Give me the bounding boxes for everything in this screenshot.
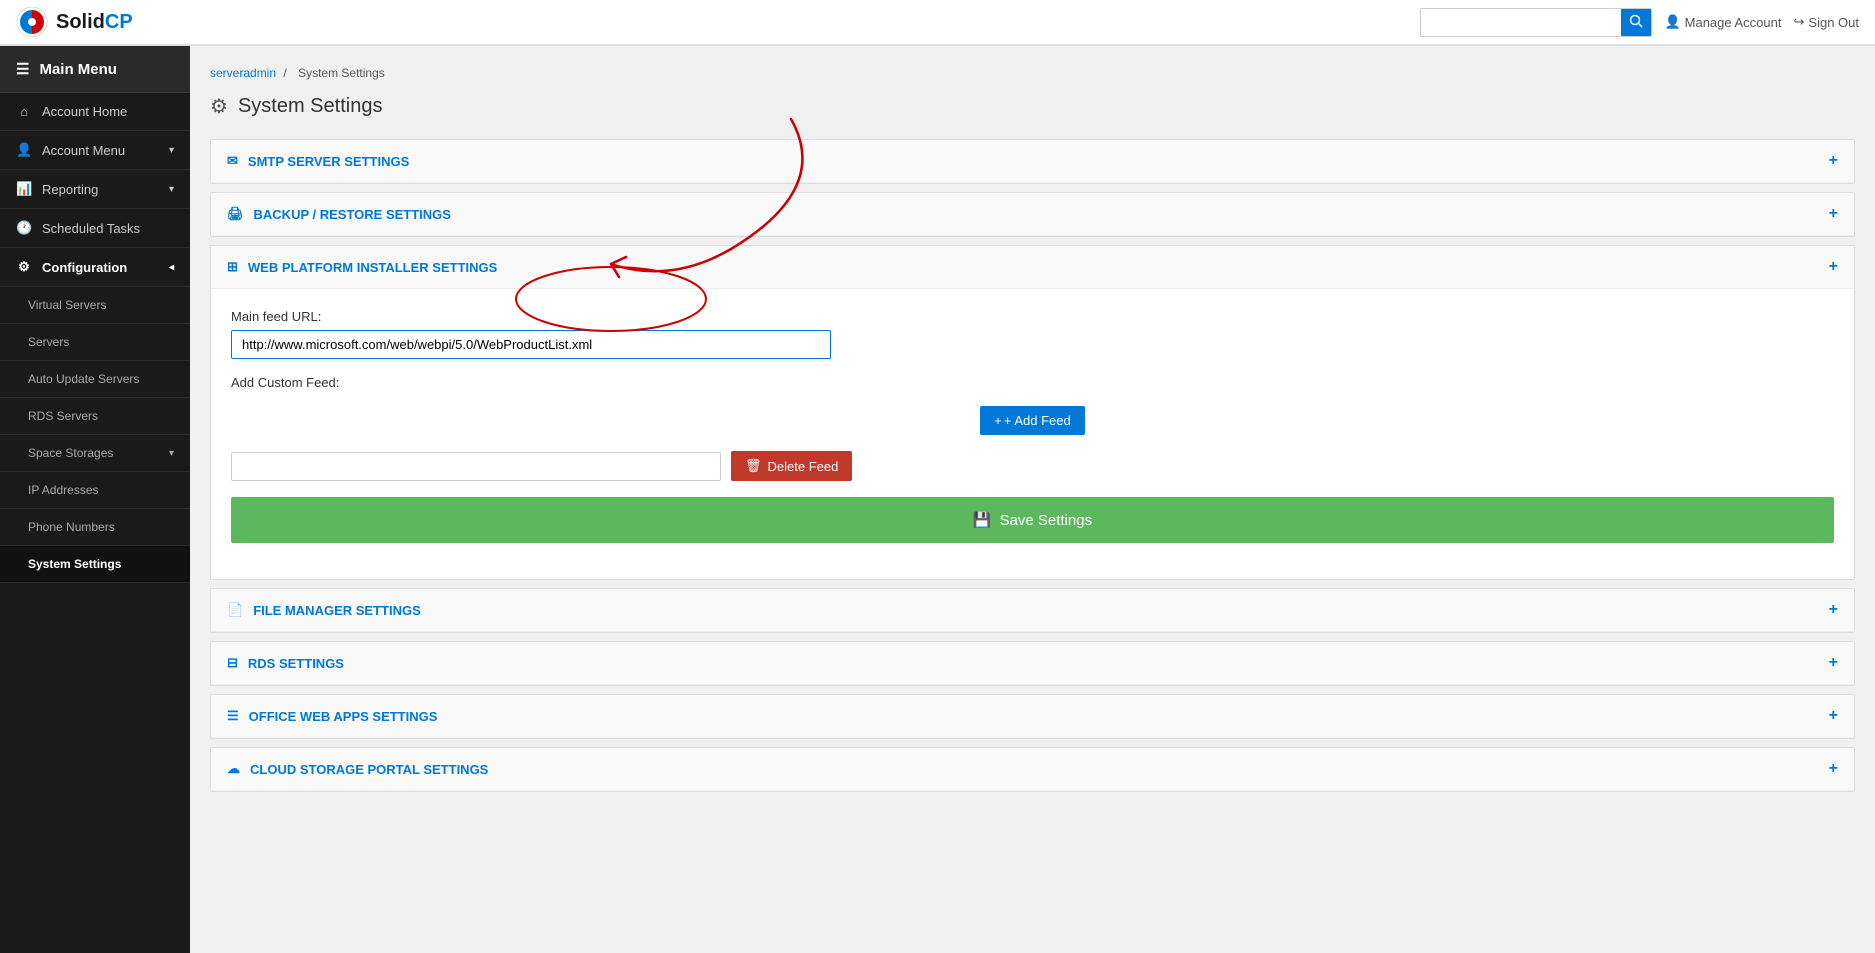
save-settings-button[interactable]: 💾 Save Settings — [231, 497, 1834, 543]
main-feed-input[interactable] — [231, 330, 831, 359]
filemanager-header-left: 📄 FILE MANAGER SETTINGS — [227, 602, 421, 618]
owa-icon: ☰ — [227, 708, 239, 724]
sidebar-item-ip-addresses[interactable]: IP Addresses — [0, 472, 190, 509]
page-title-area: ⚙ System Settings — [210, 94, 1855, 119]
smtp-header[interactable]: ✉ SMTP SERVER SETTINGS + — [211, 140, 1854, 183]
cloud-icon: ☁ — [227, 761, 240, 777]
webpi-panel: ⊞ WEB PLATFORM INSTALLER SETTINGS + — [210, 245, 1855, 580]
home-icon: ⌂ — [16, 104, 32, 119]
rds-header[interactable]: ⊟ RDS SETTINGS + — [211, 642, 1854, 685]
logo-text: SolidCP — [56, 11, 133, 34]
sidebar-item-system-settings[interactable]: System Settings — [0, 546, 190, 583]
manage-account-link[interactable]: 👤 Manage Account — [1664, 14, 1781, 30]
backup-header[interactable]: 🖨 BACKUP / RESTORE SETTINGS + — [211, 193, 1854, 236]
trash-icon: 🗑 — [745, 458, 762, 474]
sidebar-item-account-menu[interactable]: 👤 Account Menu ▾ — [0, 131, 190, 170]
breadcrumb: serveradmin / System Settings — [210, 66, 1855, 80]
filemanager-expand-icon: + — [1829, 601, 1838, 619]
rds-panel: ⊟ RDS SETTINGS + — [210, 641, 1855, 686]
add-custom-feed-group: Add Custom Feed: — [231, 375, 1834, 390]
smtp-header-left: ✉ SMTP SERVER SETTINGS — [227, 153, 409, 169]
sidebar-item-rds-servers[interactable]: RDS Servers — [0, 398, 190, 435]
cloudstorage-header[interactable]: ☁ CLOUD STORAGE PORTAL SETTINGS + — [211, 748, 1854, 791]
layout: ☰ Main Menu ⌂ Account Home 👤 Account Men… — [0, 46, 1875, 953]
logo-icon — [16, 6, 48, 38]
cloudstorage-header-left: ☁ CLOUD STORAGE PORTAL SETTINGS — [227, 761, 488, 777]
sidebar-item-servers[interactable]: Servers — [0, 324, 190, 361]
signout-icon: ↪ — [1794, 14, 1805, 30]
smtp-panel: ✉ SMTP SERVER SETTINGS + — [210, 139, 1855, 184]
rds-expand-icon: + — [1829, 654, 1838, 672]
officewebapps-panel: ☰ OFFICE WEB APPS SETTINGS + — [210, 694, 1855, 739]
delete-feed-button[interactable]: 🗑 Delete Feed — [731, 451, 852, 481]
person-icon: 👤 — [1664, 14, 1680, 30]
file-icon: 📄 — [227, 602, 243, 618]
backup-icon: 🖨 — [227, 206, 244, 222]
clock-icon: 🕐 — [16, 220, 32, 236]
gear-icon: ⚙ — [16, 259, 32, 275]
backup-panel: 🖨 BACKUP / RESTORE SETTINGS + — [210, 192, 1855, 237]
rds-icon: ⊟ — [227, 655, 238, 671]
filemanager-header[interactable]: 📄 FILE MANAGER SETTINGS + — [211, 589, 1854, 632]
officewebapps-expand-icon: + — [1829, 707, 1838, 725]
nav-right: 👤 Manage Account ↪ Sign Out — [1420, 8, 1859, 37]
person-icon: 👤 — [16, 142, 32, 158]
chevron-down-icon: ▾ — [169, 184, 174, 195]
webpi-header-left: ⊞ WEB PLATFORM INSTALLER SETTINGS — [227, 259, 497, 275]
backup-header-left: 🖨 BACKUP / RESTORE SETTINGS — [227, 206, 451, 222]
officewebapps-header-left: ☰ OFFICE WEB APPS SETTINGS — [227, 708, 437, 724]
backup-expand-icon: + — [1829, 205, 1838, 223]
officewebapps-header[interactable]: ☰ OFFICE WEB APPS SETTINGS + — [211, 695, 1854, 738]
sidebar-item-space-storages[interactable]: Space Storages ▾ — [0, 435, 190, 472]
sidebar-item-phone-numbers[interactable]: Phone Numbers — [0, 509, 190, 546]
add-custom-feed-label: Add Custom Feed: — [231, 375, 1834, 390]
search-box[interactable] — [1420, 8, 1652, 37]
menu-icon: ☰ — [16, 60, 29, 78]
search-button[interactable] — [1621, 9, 1651, 36]
webpi-header[interactable]: ⊞ WEB PLATFORM INSTALLER SETTINGS + — [211, 246, 1854, 289]
cloudstorage-expand-icon: + — [1829, 760, 1838, 778]
main-feed-group: Main feed URL: — [231, 309, 1834, 359]
sidebar-item-virtual-servers[interactable]: Virtual Servers — [0, 287, 190, 324]
gear-settings-icon: ⚙ — [210, 94, 228, 119]
webpi-expand-icon: + — [1829, 258, 1838, 276]
search-icon — [1629, 14, 1643, 28]
chart-icon: 📊 — [16, 181, 32, 197]
search-input[interactable] — [1421, 11, 1621, 33]
sidebar-item-account-home[interactable]: ⌂ Account Home — [0, 93, 190, 131]
filemanager-panel: 📄 FILE MANAGER SETTINGS + — [210, 588, 1855, 633]
plus-icon: + — [994, 413, 1002, 428]
sidebar-item-auto-update-servers[interactable]: Auto Update Servers — [0, 361, 190, 398]
main-feed-label: Main feed URL: — [231, 309, 1834, 324]
sidebar-header: ☰ Main Menu — [0, 46, 190, 93]
top-nav: SolidCP 👤 Manage Account ↪ Sign Out — [0, 0, 1875, 46]
add-feed-button[interactable]: + + Add Feed — [980, 406, 1084, 435]
sidebar-item-configuration[interactable]: ⚙ Configuration ◂ — [0, 248, 190, 287]
logo: SolidCP — [16, 6, 133, 38]
sidebar-item-scheduled-tasks[interactable]: 🕐 Scheduled Tasks — [0, 209, 190, 248]
windows-icon: ⊞ — [227, 259, 238, 275]
chevron-left-icon: ◂ — [169, 262, 174, 273]
webpi-body: Main feed URL: Add Custom Feed: + + Add … — [211, 289, 1854, 579]
rds-header-left: ⊟ RDS SETTINGS — [227, 655, 344, 671]
cloudstorage-panel: ☁ CLOUD STORAGE PORTAL SETTINGS + — [210, 747, 1855, 792]
sidebar-item-reporting[interactable]: 📊 Reporting ▾ — [0, 170, 190, 209]
page-title: System Settings — [238, 95, 383, 118]
sidebar: ☰ Main Menu ⌂ Account Home 👤 Account Men… — [0, 46, 190, 953]
main-content: serveradmin / System Settings ⚙ System S… — [190, 46, 1875, 953]
sign-out-link[interactable]: ↪ Sign Out — [1794, 14, 1860, 30]
envelope-icon: ✉ — [227, 153, 238, 169]
feed-input-row: 🗑 Delete Feed — [231, 451, 1834, 481]
smtp-expand-icon: + — [1829, 152, 1838, 170]
chevron-down-icon: ▾ — [169, 145, 174, 156]
breadcrumb-parent-link[interactable]: serveradmin — [210, 66, 276, 80]
save-icon: 💾 — [973, 511, 992, 529]
custom-feed-input[interactable] — [231, 452, 721, 481]
chevron-down-icon: ▾ — [169, 448, 174, 459]
add-feed-area: + + Add Feed — [231, 406, 1834, 435]
